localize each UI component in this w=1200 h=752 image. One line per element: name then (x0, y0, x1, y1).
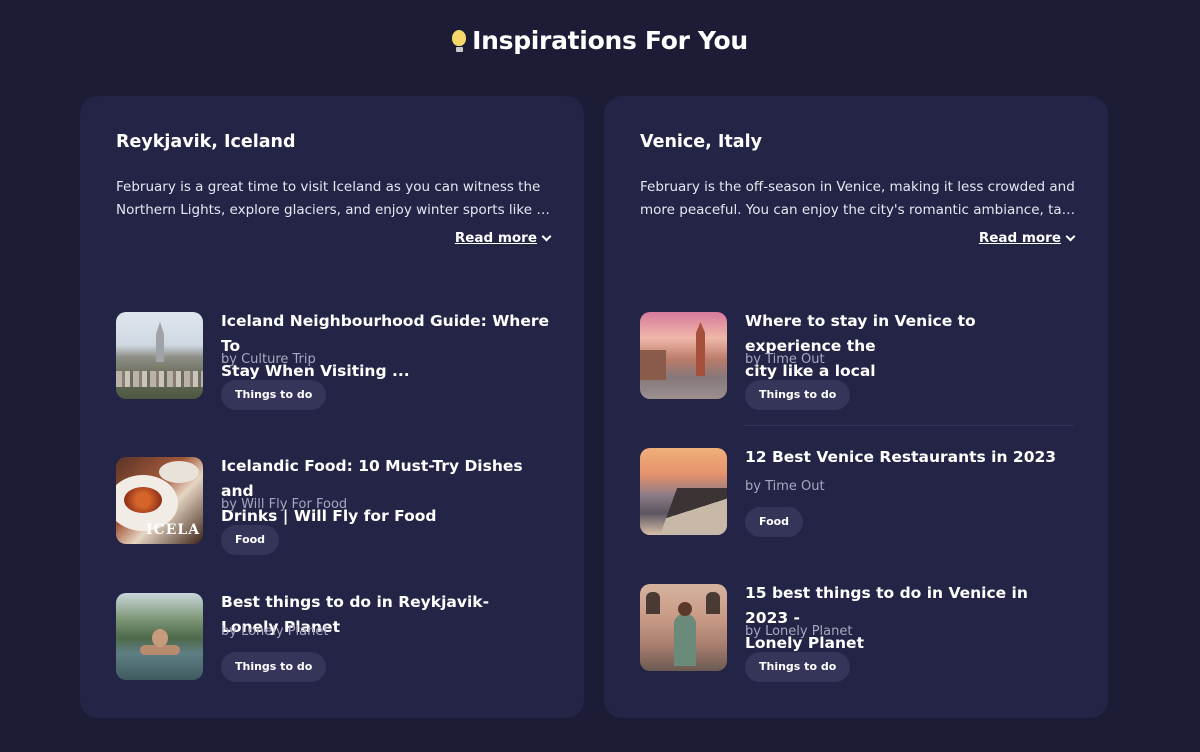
read-more-button[interactable]: Read more (454, 230, 552, 246)
article-source: by Will Fly For Food (221, 497, 348, 512)
chevron-down-icon (1065, 231, 1076, 241)
article-item[interactable]: 15 best things to do in Venice in 2023 -… (640, 581, 1080, 682)
inspirations-page: Inspirations For You Reykjavik, Iceland … (0, 0, 1200, 752)
destination-description: February is the off-season in Venice, ma… (640, 176, 1080, 222)
destination-title: Reykjavik, Iceland (116, 132, 296, 152)
article-item[interactable]: 12 Best Venice Restaurants in 2023 by Ti… (640, 448, 1080, 538)
divider (744, 425, 1074, 426)
article-source: by Lonely Planet (745, 624, 853, 639)
lightbulb-icon (452, 29, 467, 52)
read-more-button[interactable]: Read more (978, 230, 1076, 246)
article-title[interactable]: 12 Best Venice Restaurants in 2023 (745, 445, 1075, 470)
article-title[interactable]: Icelandic Food: 10 Must-Try Dishes and D… (221, 454, 551, 529)
article-title-line: 12 Best Venice Restaurants in 2023 (745, 448, 1057, 466)
article-item[interactable]: ICELA Icelandic Food: 10 Must-Try Dishes… (116, 454, 556, 555)
thumbnail-caption: ICELA (146, 522, 201, 538)
destination-title: Venice, Italy (640, 132, 762, 152)
article-title[interactable]: 15 best things to do in Venice in 2023 -… (745, 581, 1075, 656)
article-thumbnail[interactable] (116, 593, 203, 680)
description-line: February is a great time to visit Icelan… (116, 179, 541, 195)
article-thumbnail[interactable] (640, 312, 727, 399)
article-thumbnail[interactable] (640, 584, 727, 671)
article-tag[interactable]: Things to do (745, 652, 851, 682)
article-tag[interactable]: Food (745, 507, 804, 537)
article-thumbnail[interactable] (116, 312, 203, 399)
article-tag[interactable]: Things to do (745, 380, 851, 410)
description-line: February is the off-season in Venice, ma… (640, 179, 1075, 195)
destination-description: February is a great time to visit Icelan… (116, 176, 556, 222)
article-source: by Lonely Planet (221, 624, 329, 639)
article-title[interactable]: Iceland Neighbourhood Guide: Where To St… (221, 309, 551, 384)
article-item[interactable]: Where to stay in Venice to experience th… (640, 309, 1080, 410)
article-source: by Culture Trip (221, 352, 316, 367)
section-title-text: Inspirations For You (472, 26, 748, 55)
chevron-down-icon (541, 231, 552, 241)
article-thumbnail[interactable] (640, 448, 727, 535)
description-line: more peaceful. You can enjoy the city's … (640, 202, 1080, 218)
article-tag[interactable]: Food (221, 525, 280, 555)
read-more-label: Read more (978, 230, 1061, 246)
article-tag[interactable]: Things to do (221, 652, 327, 682)
destination-card-reykjavik: Reykjavik, Iceland February is a great t… (80, 96, 584, 718)
description-line: Northern Lights, explore glaciers, and e… (116, 202, 556, 218)
article-title[interactable]: Where to stay in Venice to experience th… (745, 309, 1075, 384)
article-source: by Time Out (745, 352, 825, 367)
article-item[interactable]: Iceland Neighbourhood Guide: Where To St… (116, 309, 556, 410)
article-item[interactable]: Best things to do in Reykjavik- Lonely P… (116, 593, 556, 683)
section-title: Inspirations For You (0, 26, 1200, 55)
destination-card-venice: Venice, Italy February is the off-season… (604, 96, 1108, 718)
article-source: by Time Out (745, 479, 825, 494)
article-thumbnail[interactable]: ICELA (116, 457, 203, 544)
article-tag[interactable]: Things to do (221, 380, 327, 410)
read-more-label: Read more (454, 230, 537, 246)
